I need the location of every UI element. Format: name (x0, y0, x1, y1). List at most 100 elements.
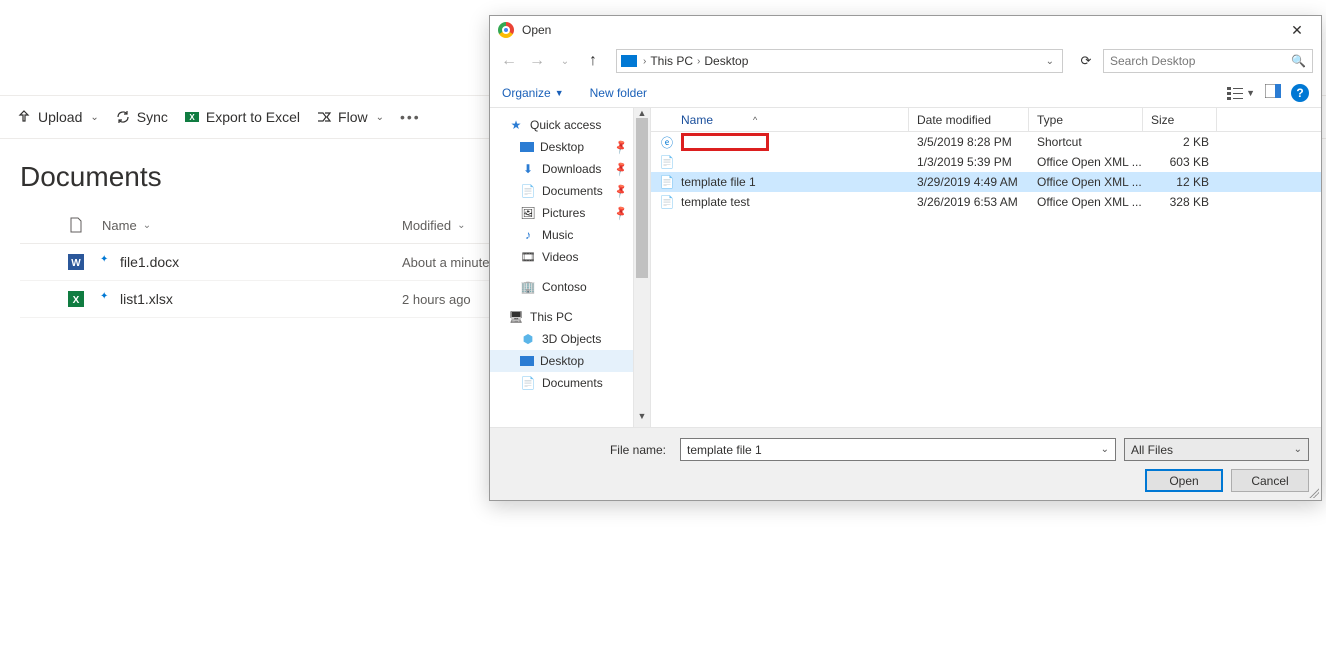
up-button[interactable]: ↑ (582, 50, 604, 72)
svg-text:X: X (73, 295, 80, 306)
breadcrumb-leaf[interactable]: Desktop (704, 54, 748, 68)
pictures-icon: 🖼 (520, 206, 536, 220)
chevron-down-icon: ⌄ (376, 112, 384, 123)
dialog-titlebar: Open ✕ (490, 16, 1321, 44)
chevron-right-icon: › (697, 56, 700, 67)
help-button[interactable]: ? (1291, 84, 1309, 102)
forward-button[interactable]: → (526, 50, 548, 72)
file-size: 12 KB (1143, 175, 1217, 189)
pin-icon: 📌 (613, 139, 630, 155)
chevron-right-icon: › (643, 56, 646, 67)
view-options-button[interactable]: ▼ (1227, 86, 1255, 100)
chrome-icon (498, 22, 514, 38)
recent-dropdown[interactable]: ⌄ (554, 50, 576, 72)
file-filter-select[interactable]: All Files ⌄ (1124, 438, 1309, 461)
tree-documents-pc[interactable]: 📄Documents (490, 372, 633, 394)
file-type-icon (66, 217, 86, 233)
preview-pane-button[interactable] (1265, 84, 1281, 101)
search-input[interactable]: Search Desktop 🔍 (1103, 49, 1313, 73)
file-type: Office Open XML ... (1029, 195, 1143, 209)
navigation-tree: ★Quick access Desktop📌 ⬇Downloads📌 📄Docu… (490, 108, 634, 427)
tree-scrollbar[interactable]: ▲ ▼ (634, 108, 651, 427)
export-excel-button[interactable]: X Export to Excel (184, 109, 300, 125)
document-icon: 📄 (659, 194, 675, 210)
edge-icon: ⓔ (659, 134, 675, 150)
organize-menu[interactable]: Organize ▼ (502, 86, 564, 100)
file-size: 603 KB (1143, 155, 1217, 169)
address-bar[interactable]: › This PC › Desktop ⌄ (616, 49, 1063, 73)
tree-this-pc[interactable]: 🖥This PC (490, 306, 633, 328)
desktop-icon (520, 142, 534, 152)
file-name: template file 1 (681, 175, 756, 189)
chevron-down-icon: ⌄ (143, 220, 151, 231)
file-modified: 1/3/2019 5:39 PM (909, 155, 1029, 169)
more-button[interactable]: ••• (400, 109, 421, 125)
chevron-down-icon: ⌄ (457, 220, 465, 231)
file-type: Office Open XML ... (1029, 175, 1143, 189)
star-icon: ★ (508, 118, 524, 132)
file-name: template test (681, 195, 750, 209)
tree-pictures[interactable]: 🖼Pictures📌 (490, 202, 633, 224)
refresh-button[interactable]: ⟳ (1075, 53, 1097, 69)
cube-icon: ⬢ (520, 332, 536, 346)
excel-icon: X (66, 291, 86, 307)
resize-grip[interactable] (1307, 486, 1319, 498)
music-icon: ♪ (520, 228, 536, 242)
tree-documents[interactable]: 📄Documents📌 (490, 180, 633, 202)
svg-text:W: W (71, 258, 81, 269)
tree-desktop[interactable]: Desktop📌 (490, 136, 633, 158)
filename-input[interactable]: template file 1 ⌄ (680, 438, 1116, 461)
filename-label: File name: (502, 443, 672, 457)
file-row[interactable]: ⓔ 3/5/2019 8:28 PM Shortcut 2 KB (651, 132, 1321, 152)
dialog-footer: File name: template file 1 ⌄ All Files ⌄… (490, 427, 1321, 500)
pc-icon: 🖥 (508, 310, 524, 324)
building-icon: 🏢 (520, 280, 536, 294)
tree-videos[interactable]: 🎞Videos (490, 246, 633, 268)
column-type[interactable]: Type (1029, 108, 1143, 131)
file-modified: 3/29/2019 4:49 AM (909, 175, 1029, 189)
sort-asc-icon: ^ (753, 115, 757, 125)
file-row[interactable]: 📄 template test 3/26/2019 6:53 AM Office … (651, 192, 1321, 212)
tree-downloads[interactable]: ⬇Downloads📌 (490, 158, 633, 180)
download-icon: ⬇ (520, 162, 536, 176)
redacted-name (681, 133, 769, 151)
documents-icon: 📄 (520, 184, 536, 198)
file-type: Shortcut (1029, 135, 1143, 149)
sync-button[interactable]: Sync (115, 109, 168, 125)
column-size[interactable]: Size (1143, 108, 1217, 131)
breadcrumb-root[interactable]: This PC (650, 54, 693, 68)
tree-music[interactable]: ♪Music (490, 224, 633, 246)
tree-3d-objects[interactable]: ⬢3D Objects (490, 328, 633, 350)
file-size: 328 KB (1143, 195, 1217, 209)
open-button[interactable]: Open (1145, 469, 1223, 492)
column-name[interactable]: Name^ (651, 108, 909, 131)
dialog-nav: ← → ⌄ ↑ › This PC › Desktop ⌄ ⟳ Search D… (490, 44, 1321, 78)
cancel-button[interactable]: Cancel (1231, 469, 1309, 492)
back-button[interactable]: ← (498, 50, 520, 72)
column-date-modified[interactable]: Date modified (909, 108, 1029, 131)
close-button[interactable]: ✕ (1277, 18, 1317, 42)
flow-button[interactable]: Flow⌄ (316, 109, 384, 125)
file-modified: 3/26/2019 6:53 AM (909, 195, 1029, 209)
search-icon: 🔍 (1291, 54, 1306, 68)
file-row[interactable]: 📄 1/3/2019 5:39 PM Office Open XML ... 6… (651, 152, 1321, 172)
new-indicator-icon (102, 294, 112, 304)
desktop-icon (520, 356, 534, 366)
file-type: Office Open XML ... (1029, 155, 1143, 169)
pin-icon: 📌 (613, 161, 630, 177)
new-folder-button[interactable]: New folder (590, 86, 647, 100)
pin-icon: 📌 (613, 205, 630, 221)
address-dropdown[interactable]: ⌄ (1042, 56, 1058, 67)
dropdown-icon[interactable]: ⌄ (1101, 444, 1109, 455)
tree-desktop-pc[interactable]: Desktop (490, 350, 633, 372)
tree-quick-access[interactable]: ★Quick access (490, 114, 633, 136)
file-name: file1.docx (120, 254, 179, 270)
upload-button[interactable]: Upload⌄ (16, 109, 99, 125)
column-name[interactable]: Name⌄ (102, 218, 392, 233)
file-row[interactable]: 📄template file 1 3/29/2019 4:49 AM Offic… (651, 172, 1321, 192)
videos-icon: 🎞 (520, 250, 536, 264)
file-open-dialog: Open ✕ ← → ⌄ ↑ › This PC › Desktop ⌄ ⟳ S… (489, 15, 1322, 501)
svg-text:X: X (189, 113, 195, 122)
tree-contoso[interactable]: 🏢Contoso (490, 276, 633, 298)
documents-icon: 📄 (520, 376, 536, 390)
